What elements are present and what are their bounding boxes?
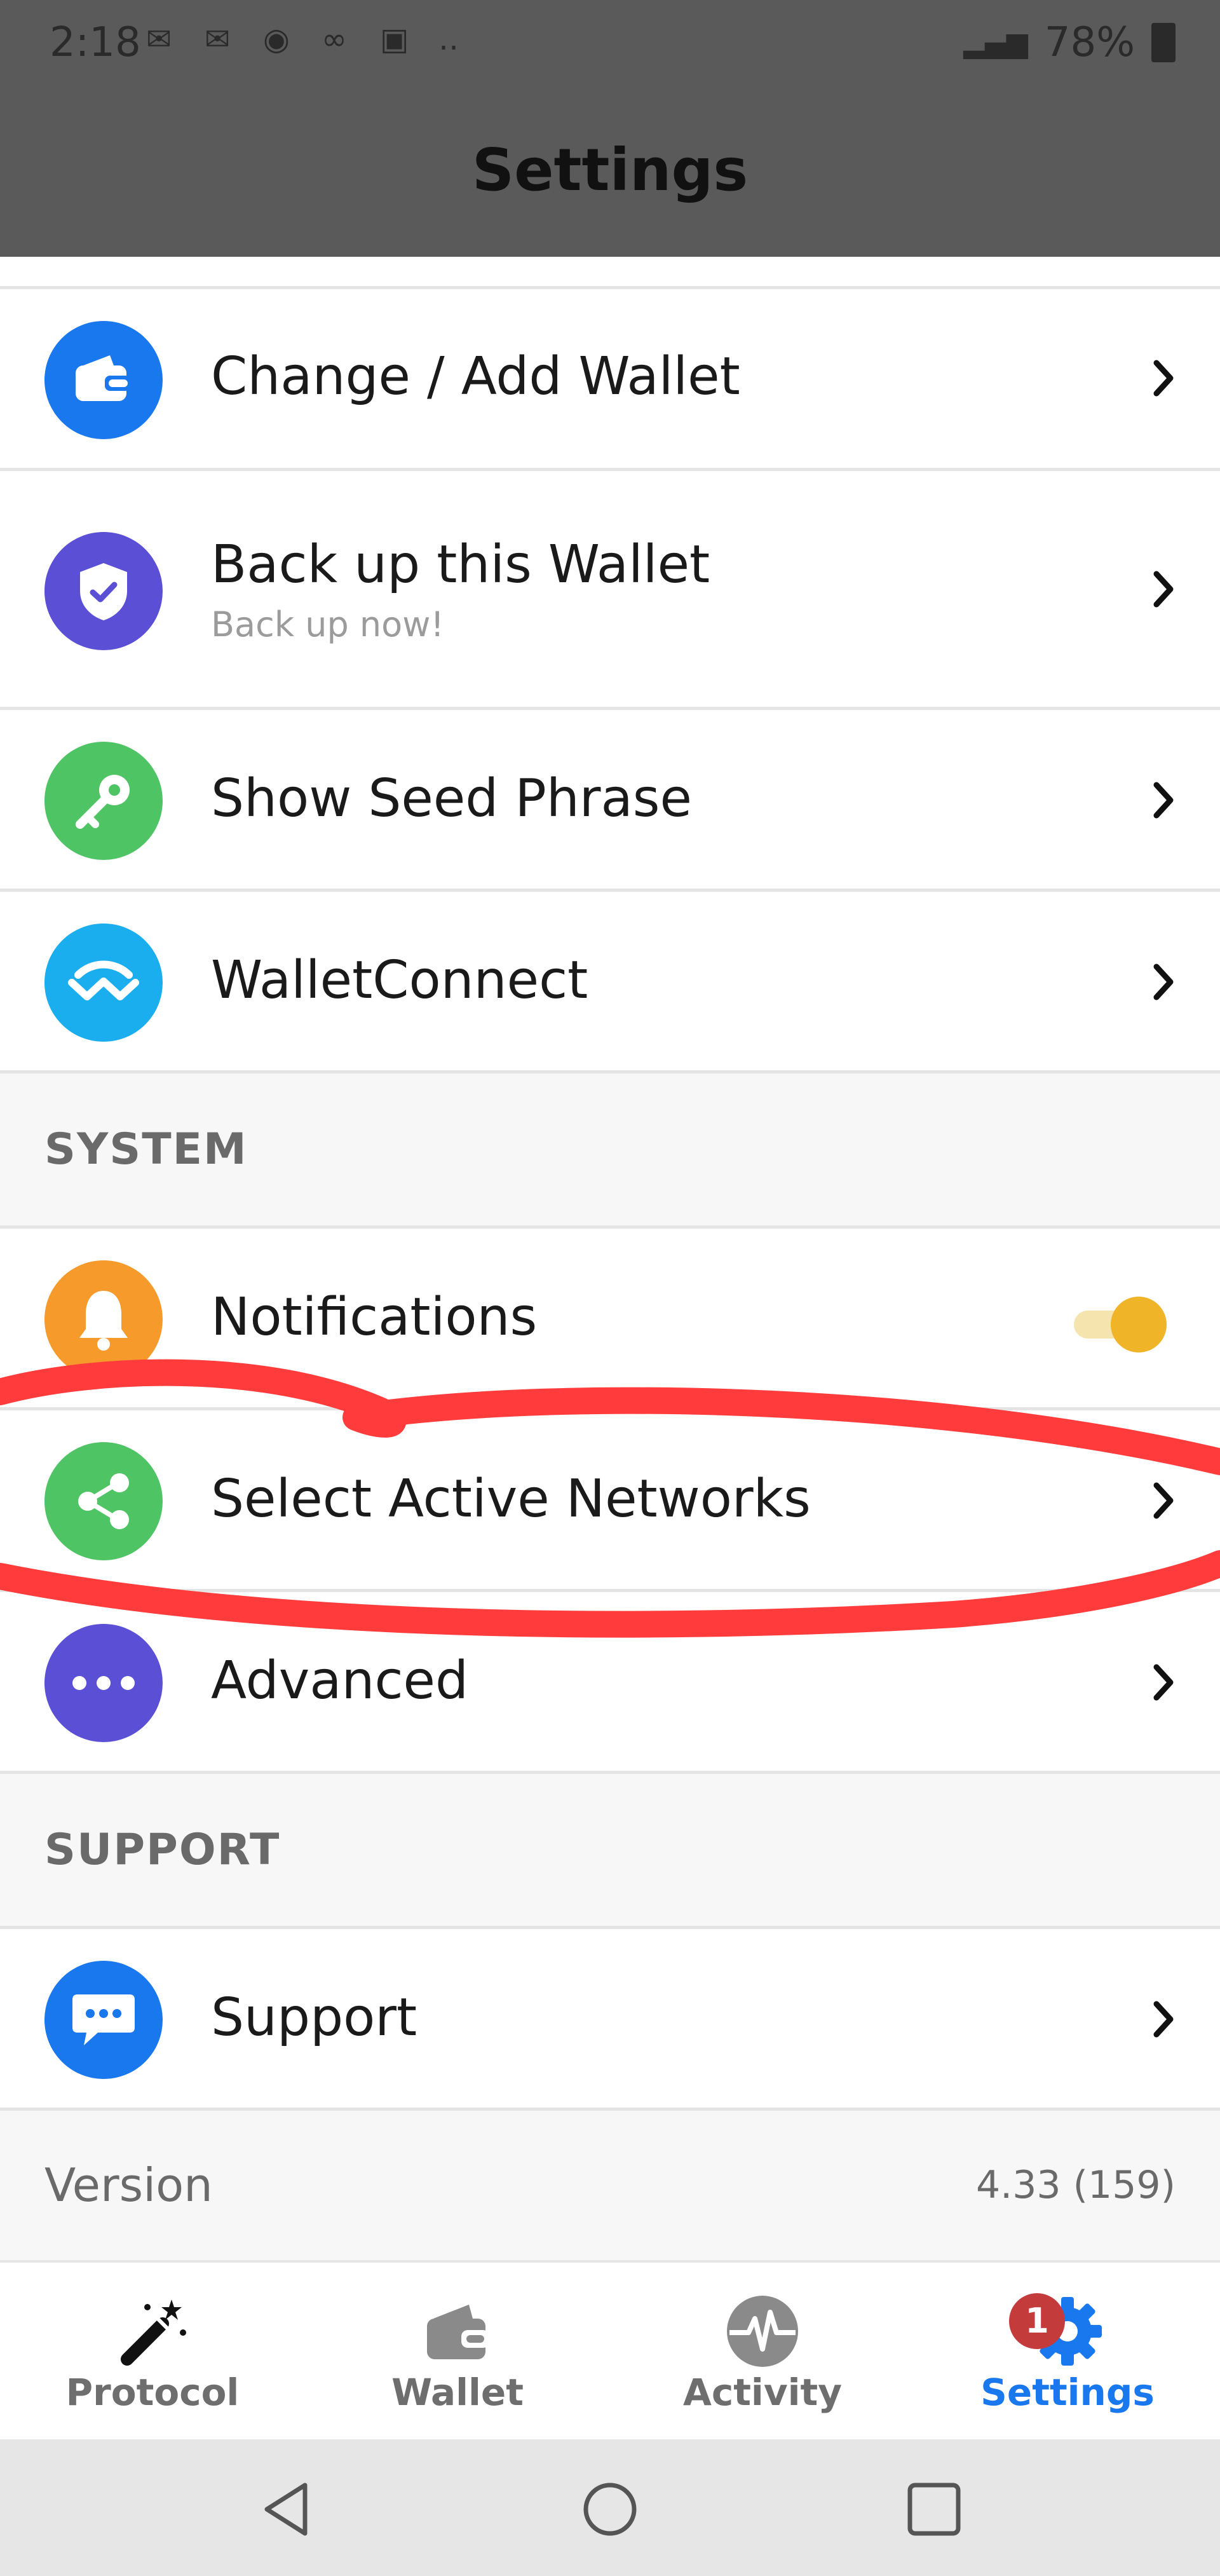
row-label: Support <box>211 1987 417 2048</box>
tab-activity[interactable]: Activity <box>610 2263 915 2439</box>
chevron-right-icon <box>1153 571 1174 608</box>
share-network-icon <box>44 1442 163 1560</box>
system-navigation-bar <box>0 2439 1220 2576</box>
image-icon: ▣ <box>380 22 409 57</box>
hotspot-icon: ◉ <box>263 22 290 57</box>
version-row: Version 4.33 (159) <box>0 2108 1220 2260</box>
status-bar: 2:18 ✉ ✉ ◉ ∞ ▣ ‥ ▂▄▆ 78% <box>0 0 1220 85</box>
row-label: Show Seed Phrase <box>211 768 692 829</box>
row-label: Select Active Networks <box>211 1469 811 1529</box>
advanced-row[interactable]: Advanced <box>0 1589 1220 1772</box>
back-icon[interactable] <box>254 2477 318 2541</box>
chevron-right-icon <box>1153 360 1174 397</box>
list-top-spacer <box>0 257 1220 287</box>
battery-percent: 78% <box>1044 19 1135 66</box>
row-label: Advanced <box>211 1651 469 1711</box>
status-right: ▂▄▆ 78% <box>963 19 1176 66</box>
walletconnect-row[interactable]: WalletConnect <box>0 889 1220 1072</box>
voicemail-icon: ∞ <box>322 22 347 57</box>
section-title: SUPPORT <box>44 1825 281 1875</box>
lte-signal-icon: ▂▄▆ <box>963 26 1028 59</box>
chevron-right-icon <box>1153 2001 1174 2038</box>
show-seed-phrase-row[interactable]: Show Seed Phrase <box>0 707 1220 890</box>
gmail-icon: ✉ <box>205 22 231 57</box>
magic-wand-icon <box>121 2300 186 2366</box>
wallet-icon <box>44 321 163 439</box>
notification-badge: 1 <box>1009 2293 1065 2349</box>
chat-bubble-icon <box>44 1961 163 2079</box>
tab-label: Protocol <box>65 2371 240 2414</box>
more-dots-icon <box>44 1624 163 1742</box>
version-label: Version <box>44 2158 213 2212</box>
tab-wallet[interactable]: Wallet <box>305 2263 610 2439</box>
walletconnect-icon <box>44 923 163 1042</box>
bell-icon <box>44 1260 163 1379</box>
notifications-toggle[interactable] <box>1068 1289 1176 1359</box>
chevron-right-icon <box>1153 782 1174 819</box>
row-label: Notifications <box>211 1287 538 1347</box>
chevron-right-icon <box>1153 964 1174 1000</box>
tab-label: Activity <box>682 2371 843 2414</box>
notifications-row[interactable]: Notifications <box>0 1225 1220 1408</box>
key-icon <box>44 742 163 860</box>
tab-label: Wallet <box>391 2371 524 2414</box>
shield-check-icon <box>44 532 163 650</box>
select-active-networks-row[interactable]: Select Active Networks <box>0 1407 1220 1590</box>
row-label: Back up this Wallet <box>211 535 710 595</box>
recents-icon[interactable] <box>902 2477 966 2541</box>
section-title: SYSTEM <box>44 1124 248 1175</box>
activity-pulse-icon <box>727 2296 798 2367</box>
home-icon[interactable] <box>578 2477 642 2541</box>
tab-protocol[interactable]: Protocol <box>0 2263 305 2439</box>
status-time: 2:18 <box>50 19 141 66</box>
tab-settings[interactable]: Settings <box>915 2263 1220 2439</box>
battery-icon <box>1151 23 1176 62</box>
row-label: WalletConnect <box>211 950 588 1011</box>
page-title: Settings <box>471 136 749 204</box>
bottom-tab-bar: Protocol Wallet Activity Settings <box>0 2260 1220 2439</box>
status-notification-icons: ✉ ✉ ◉ ∞ ▣ ‥ <box>146 24 474 55</box>
row-label: Change / Add Wallet <box>211 346 740 407</box>
gmail-icon: ✉ <box>146 22 172 57</box>
version-value: 4.33 (159) <box>975 2163 1176 2207</box>
system-section-header: SYSTEM <box>0 1070 1220 1227</box>
change-add-wallet-row[interactable]: Change / Add Wallet <box>0 286 1220 468</box>
support-row[interactable]: Support <box>0 1926 1220 2109</box>
backup-wallet-row[interactable]: Back up this Wallet Back up now! <box>0 468 1220 708</box>
wallet-icon <box>427 2305 489 2359</box>
support-section-header: SUPPORT <box>0 1771 1220 1927</box>
more-icon: ‥ <box>438 22 459 57</box>
header-bar: Settings <box>0 85 1220 257</box>
row-sublabel: Back up now! <box>211 604 445 644</box>
tab-label: Settings <box>980 2371 1155 2414</box>
chevron-right-icon <box>1153 1664 1174 1701</box>
chevron-right-icon <box>1153 1482 1174 1519</box>
